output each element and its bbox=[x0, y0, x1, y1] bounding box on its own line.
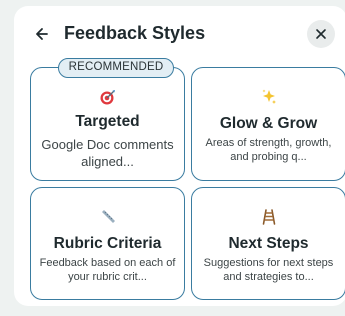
style-card-next-steps[interactable]: Next Steps Suggestions for next steps an… bbox=[191, 187, 345, 300]
style-title: Glow & Grow bbox=[219, 115, 318, 132]
style-card-rubric-criteria[interactable]: Rubric Criteria Feedback based on each o… bbox=[30, 187, 185, 300]
style-title: Next Steps bbox=[228, 235, 309, 252]
feedback-styles-dialog: Feedback Styles RECOMMENDED Targeted Goo… bbox=[14, 6, 345, 306]
style-description: Google Doc comments aligned... bbox=[41, 137, 174, 169]
arrow-left-icon bbox=[36, 28, 48, 40]
dialog-header: Feedback Styles bbox=[14, 6, 345, 56]
style-title: Rubric Criteria bbox=[53, 235, 162, 252]
style-description: Feedback based on each of your rubric cr… bbox=[39, 257, 176, 283]
dialog-title: Feedback Styles bbox=[64, 23, 206, 43]
close-button[interactable] bbox=[307, 20, 335, 48]
close-icon bbox=[316, 29, 326, 39]
style-card-targeted[interactable]: Targeted Google Doc comments aligned... bbox=[30, 67, 185, 181]
sparkles-icon bbox=[192, 88, 345, 108]
style-description: Suggestions for next steps and strategie… bbox=[203, 257, 334, 283]
style-description: Areas of strength, growth, and probing q… bbox=[205, 137, 332, 163]
style-card-glow-grow[interactable]: Glow & Grow Areas of strength, growth, a… bbox=[191, 67, 345, 181]
style-title: Targeted bbox=[75, 113, 140, 130]
ladder-icon bbox=[192, 208, 345, 228]
back-button[interactable] bbox=[28, 20, 56, 48]
target-icon bbox=[31, 88, 184, 108]
recommended-badge: RECOMMENDED bbox=[58, 58, 174, 78]
ruler-icon bbox=[31, 208, 184, 228]
